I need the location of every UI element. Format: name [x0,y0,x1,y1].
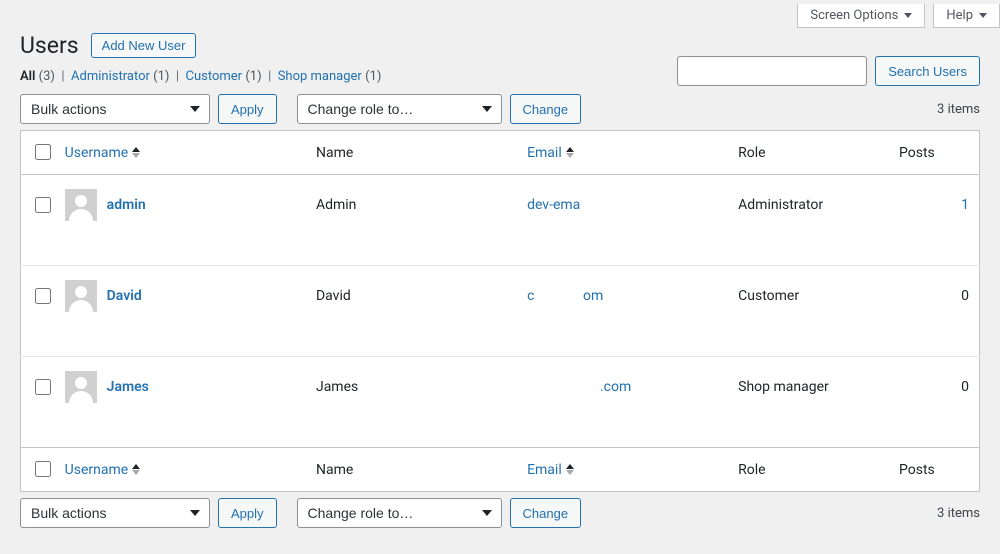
bulk-apply-button-bottom[interactable]: Apply [218,498,277,528]
sort-down-icon [566,470,574,475]
sort-up-icon [132,464,140,469]
page-title: Users [20,32,79,59]
table-row: David David c om Customer 0 [21,266,980,357]
col-email-sort[interactable]: Email [527,145,574,161]
row-checkbox[interactable] [35,197,51,213]
col-posts: Posts [889,131,980,175]
items-count: 3 items [937,102,980,117]
col-name: Name [306,448,517,492]
search-users-button[interactable]: Search Users [875,56,980,86]
help-tab[interactable]: Help [933,4,1000,28]
filter-administrator[interactable]: Administrator [71,69,150,84]
row-checkbox[interactable] [35,288,51,304]
col-role: Role [728,131,889,175]
add-new-user-button[interactable]: Add New User [91,33,197,58]
caret-down-icon [979,13,987,18]
posts-link[interactable]: 1 [961,197,969,213]
col-email-sort[interactable]: Email [527,462,574,478]
change-role-select[interactable]: Change role to… [297,94,502,124]
email-link[interactable]: dev-ema [527,197,580,213]
caret-down-icon [904,13,912,18]
col-role: Role [728,448,889,492]
row-checkbox[interactable] [35,379,51,395]
username-link[interactable]: James [107,379,149,395]
cell-role: Shop manager [728,357,889,448]
table-row: admin Admin dev-ema Administrator 1 [21,175,980,266]
cell-name: Admin [306,175,517,266]
sort-up-icon [566,464,574,469]
select-all-top[interactable] [35,144,51,160]
avatar [65,280,97,312]
username-link[interactable]: David [107,288,142,304]
cell-name: David [306,266,517,357]
sort-down-icon [566,153,574,158]
change-role-button[interactable]: Change [510,94,582,124]
sort-down-icon [132,153,140,158]
avatar [65,371,97,403]
change-role-select-bottom[interactable]: Change role to… [297,498,502,528]
email-link[interactable]: .com [527,379,631,395]
items-count-bottom: 3 items [937,506,980,521]
cell-role: Administrator [728,175,889,266]
col-name: Name [306,131,517,175]
col-username-sort[interactable]: Username [65,145,141,161]
cell-posts: 0 [889,266,980,357]
search-input[interactable] [677,56,867,86]
table-row: James James .com Shop manager 0 [21,357,980,448]
bulk-actions-select-bottom[interactable]: Bulk actions [20,498,210,528]
username-link[interactable]: admin [107,197,146,213]
screen-options-label: Screen Options [810,8,898,23]
col-username-sort[interactable]: Username [65,462,141,478]
col-posts: Posts [889,448,980,492]
change-role-button-bottom[interactable]: Change [510,498,582,528]
filter-all[interactable]: All [20,69,35,84]
cell-name: James [306,357,517,448]
cell-role: Customer [728,266,889,357]
bulk-apply-button[interactable]: Apply [218,94,277,124]
email-link[interactable]: c om [527,288,603,304]
users-table: Username Name Email Role Posts admin Adm… [20,130,980,492]
sort-up-icon [132,147,140,152]
help-label: Help [946,8,973,23]
select-all-bottom[interactable] [35,461,51,477]
bulk-actions-select[interactable]: Bulk actions [20,94,210,124]
filter-customer[interactable]: Customer [186,69,243,84]
sort-down-icon [132,470,140,475]
avatar [65,189,97,221]
cell-posts: 0 [889,357,980,448]
sort-up-icon [566,147,574,152]
filter-shop-manager[interactable]: Shop manager [278,69,362,84]
screen-options-tab[interactable]: Screen Options [797,4,925,28]
